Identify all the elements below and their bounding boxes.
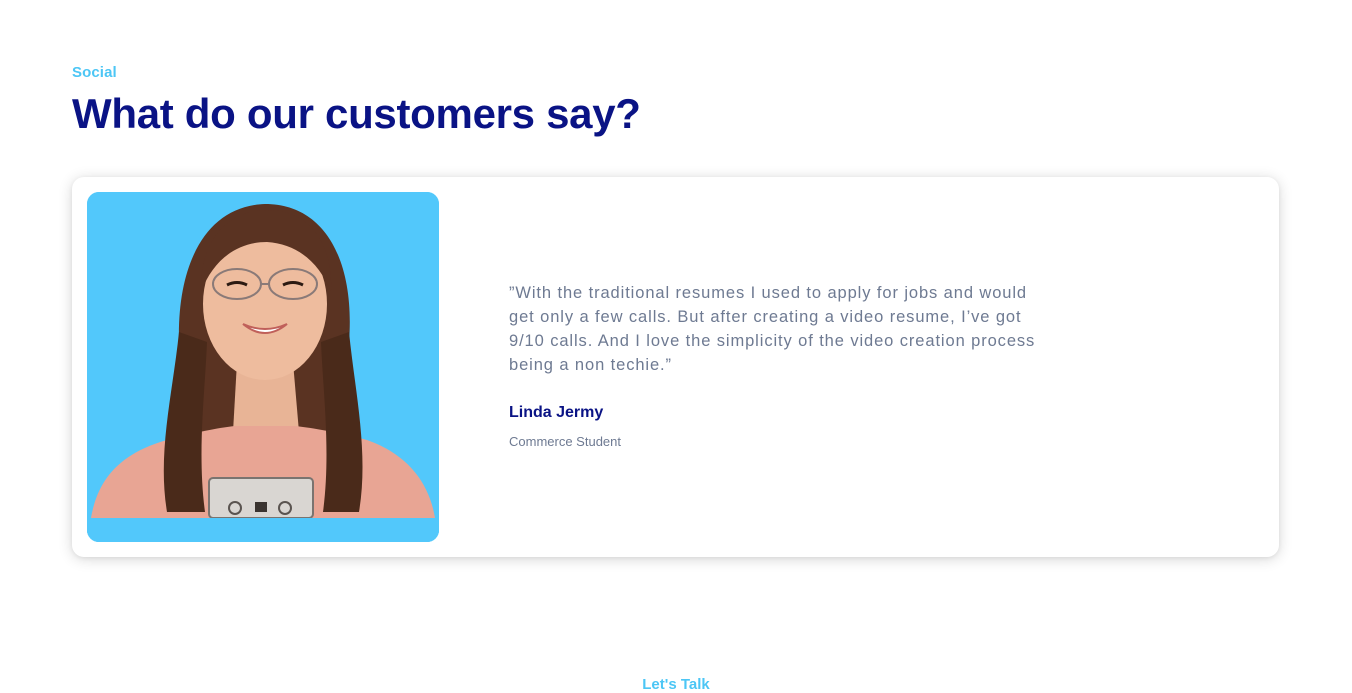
customer-photo — [87, 192, 439, 542]
testimonial-quote: ”With the traditional resumes I used to … — [509, 284, 1036, 374]
customer-portrait-image — [87, 192, 439, 542]
testimonial-author-name: Linda Jermy — [509, 404, 604, 421]
testimonial-card: ”With the traditional resumes I used to … — [72, 177, 1279, 557]
section-eyebrow: Social — [72, 64, 117, 81]
next-section-eyebrow: Let's Talk — [642, 676, 710, 693]
section-title: What do our customers say? — [72, 90, 641, 137]
testimonial-author-role: Commerce Student — [509, 434, 621, 449]
